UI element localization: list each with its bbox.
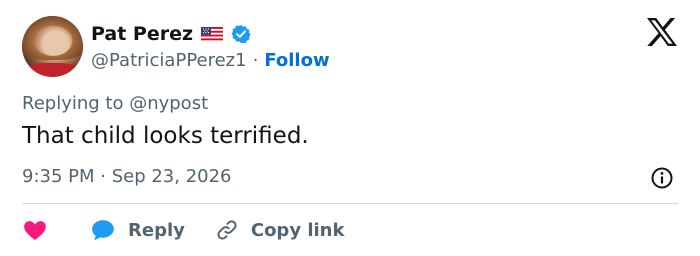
info-icon[interactable] xyxy=(650,166,674,190)
copy-link-button[interactable]: Copy link xyxy=(215,218,345,242)
tweet-timestamp[interactable]: 9:35 PM · Sep 23, 2026 xyxy=(22,166,232,187)
x-logo-icon[interactable] xyxy=(646,17,678,47)
replying-to-text[interactable]: Replying to @nypost xyxy=(22,93,208,114)
heart-icon xyxy=(24,221,46,240)
action-bar: Reply Copy link xyxy=(22,216,344,244)
reply-label: Reply xyxy=(128,219,185,241)
separator-dot: · xyxy=(252,49,259,71)
tweet-text: That child looks terrified. xyxy=(22,123,309,149)
author-handle-row: @PatriciaPPerez1 · Follow xyxy=(91,49,330,71)
reply-button[interactable]: Reply xyxy=(90,217,185,243)
us-flag-icon xyxy=(201,26,224,42)
copy-link-label: Copy link xyxy=(250,219,345,241)
like-button[interactable] xyxy=(22,217,48,243)
author-name-row: Pat Perez xyxy=(91,21,251,47)
avatar[interactable] xyxy=(22,16,83,77)
speech-bubble-icon xyxy=(92,220,114,241)
author-name[interactable]: Pat Perez xyxy=(91,23,193,45)
verified-badge-icon xyxy=(231,25,251,44)
divider xyxy=(22,203,678,204)
link-icon xyxy=(217,220,237,240)
follow-button[interactable]: Follow xyxy=(264,50,329,71)
tweet-card: Pat Perez @PatriciaPPerez1 · Follow Repl… xyxy=(0,0,700,256)
author-handle[interactable]: @PatriciaPPerez1 xyxy=(91,50,247,71)
